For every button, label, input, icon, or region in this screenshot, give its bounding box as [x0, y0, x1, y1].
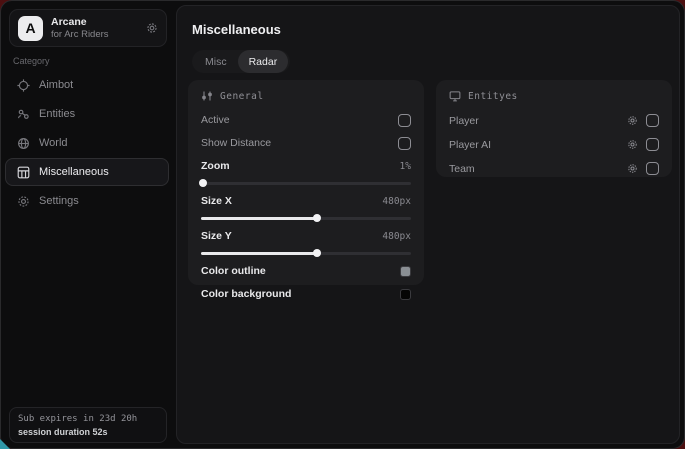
setting-label: Active: [201, 114, 230, 126]
gear-icon: [16, 194, 30, 208]
grid-icon: [16, 165, 30, 179]
size-x-slider[interactable]: [201, 213, 411, 223]
player-ai-settings-icon[interactable]: [627, 139, 638, 150]
entity-row-team: Team: [449, 158, 659, 179]
sidebar-item-label: Entities: [39, 108, 75, 120]
size-y-slider[interactable]: [201, 248, 411, 258]
entity-row-player: Player: [449, 110, 659, 131]
tab-misc[interactable]: Misc: [194, 50, 238, 73]
sidebar: A Arcane for Arc Riders Category Aimbot: [1, 1, 175, 448]
entity-label: Player: [449, 115, 479, 127]
sidebar-item-label: Miscellaneous: [39, 166, 109, 178]
setting-label: Size X: [201, 195, 232, 207]
setting-value: 1%: [400, 161, 411, 172]
show-distance-checkbox[interactable]: [398, 137, 411, 150]
globe-icon: [16, 136, 30, 150]
setting-row-color-background: Color background: [201, 284, 411, 304]
panel-title: Entityes: [468, 91, 518, 102]
main-content: Miscellaneous Misc Radar General Active …: [176, 5, 680, 444]
player-settings-icon[interactable]: [627, 115, 638, 126]
setting-row-size-x: Size X 480px: [201, 191, 411, 211]
category-label: Category: [13, 56, 50, 66]
entity-label: Player AI: [449, 139, 491, 151]
sidebar-item-world[interactable]: World: [5, 129, 169, 157]
sidebar-item-aimbot[interactable]: Aimbot: [5, 71, 169, 99]
setting-row-color-outline: Color outline: [201, 261, 411, 281]
setting-row-active: Active: [201, 110, 411, 130]
setting-row-show-distance: Show Distance: [201, 133, 411, 153]
team-checkbox[interactable]: [646, 162, 659, 175]
sliders-icon: [201, 90, 213, 102]
tab-bar: Misc Radar: [192, 50, 290, 73]
corner-cursor-artifact: [0, 439, 10, 449]
sidebar-item-settings[interactable]: Settings: [5, 187, 169, 215]
setting-row-zoom: Zoom 1%: [201, 156, 411, 176]
session-duration-text: session duration 52s: [18, 426, 158, 438]
player-ai-checkbox[interactable]: [646, 138, 659, 151]
zoom-slider[interactable]: [201, 178, 411, 188]
app-subtitle: for Arc Riders: [51, 29, 146, 41]
entities-icon: [16, 107, 30, 121]
page-title: Miscellaneous: [192, 22, 281, 37]
entity-row-player-ai: Player AI: [449, 134, 659, 155]
setting-value: 480px: [382, 231, 411, 242]
player-checkbox[interactable]: [646, 114, 659, 127]
app-window: A Arcane for Arc Riders Category Aimbot: [0, 0, 685, 449]
crosshair-icon: [16, 78, 30, 92]
entities-panel: Entityes Player Player AI: [436, 80, 672, 177]
setting-label: Show Distance: [201, 137, 271, 149]
sidebar-item-entities[interactable]: Entities: [5, 100, 169, 128]
panel-title: General: [220, 91, 264, 102]
logo-gear-icon[interactable]: [146, 22, 158, 34]
setting-value: 480px: [382, 196, 411, 207]
sidebar-item-miscellaneous[interactable]: Miscellaneous: [5, 158, 169, 186]
app-logo: A: [18, 16, 43, 41]
logo-card: A Arcane for Arc Riders: [9, 9, 167, 47]
sidebar-item-label: Settings: [39, 195, 79, 207]
color-outline-swatch[interactable]: [400, 266, 411, 277]
setting-label: Color outline: [201, 265, 266, 277]
setting-label: Color background: [201, 288, 291, 300]
color-background-swatch[interactable]: [400, 289, 411, 300]
sub-expires-text: Sub expires in 23d 20h: [18, 412, 158, 426]
sidebar-item-label: Aimbot: [39, 79, 73, 91]
app-title: Arcane: [51, 16, 146, 29]
setting-label: Zoom: [201, 160, 230, 172]
general-panel: General Active Show Distance Zoom 1% Siz…: [188, 80, 424, 285]
team-settings-icon[interactable]: [627, 163, 638, 174]
sidebar-item-label: World: [39, 137, 68, 149]
monitor-icon: [449, 90, 461, 102]
tab-radar[interactable]: Radar: [238, 50, 289, 73]
setting-label: Size Y: [201, 230, 232, 242]
sidebar-nav: Aimbot Entities World: [5, 71, 169, 216]
active-checkbox[interactable]: [398, 114, 411, 127]
entity-label: Team: [449, 163, 475, 175]
subscription-card: Sub expires in 23d 20h session duration …: [9, 407, 167, 443]
setting-row-size-y: Size Y 480px: [201, 226, 411, 246]
